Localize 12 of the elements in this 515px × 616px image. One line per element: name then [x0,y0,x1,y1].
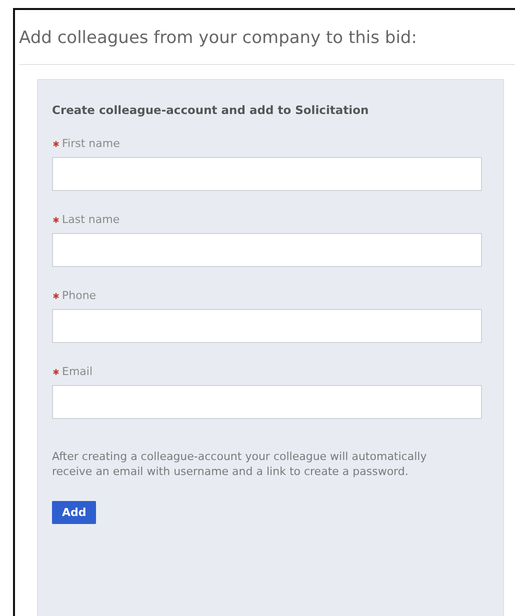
input-field[interactable] [52,233,482,267]
field-label: Phone [62,289,96,302]
add-button[interactable]: Add [52,501,96,524]
info-text: After creating a colleague-account your colleague will automatically receive an email with username and a link to create a password. [52,449,428,479]
field-label: Last name [62,213,120,226]
field-label: Email [62,365,93,378]
page-heading: Add colleagues from your company to this bid: [19,28,417,48]
input-field[interactable] [52,157,482,191]
input-field[interactable] [52,309,482,343]
input-field[interactable] [52,385,482,419]
field-label: First name [62,137,120,150]
panel-title: Create colleague-account and add to Solicitation [52,103,369,117]
